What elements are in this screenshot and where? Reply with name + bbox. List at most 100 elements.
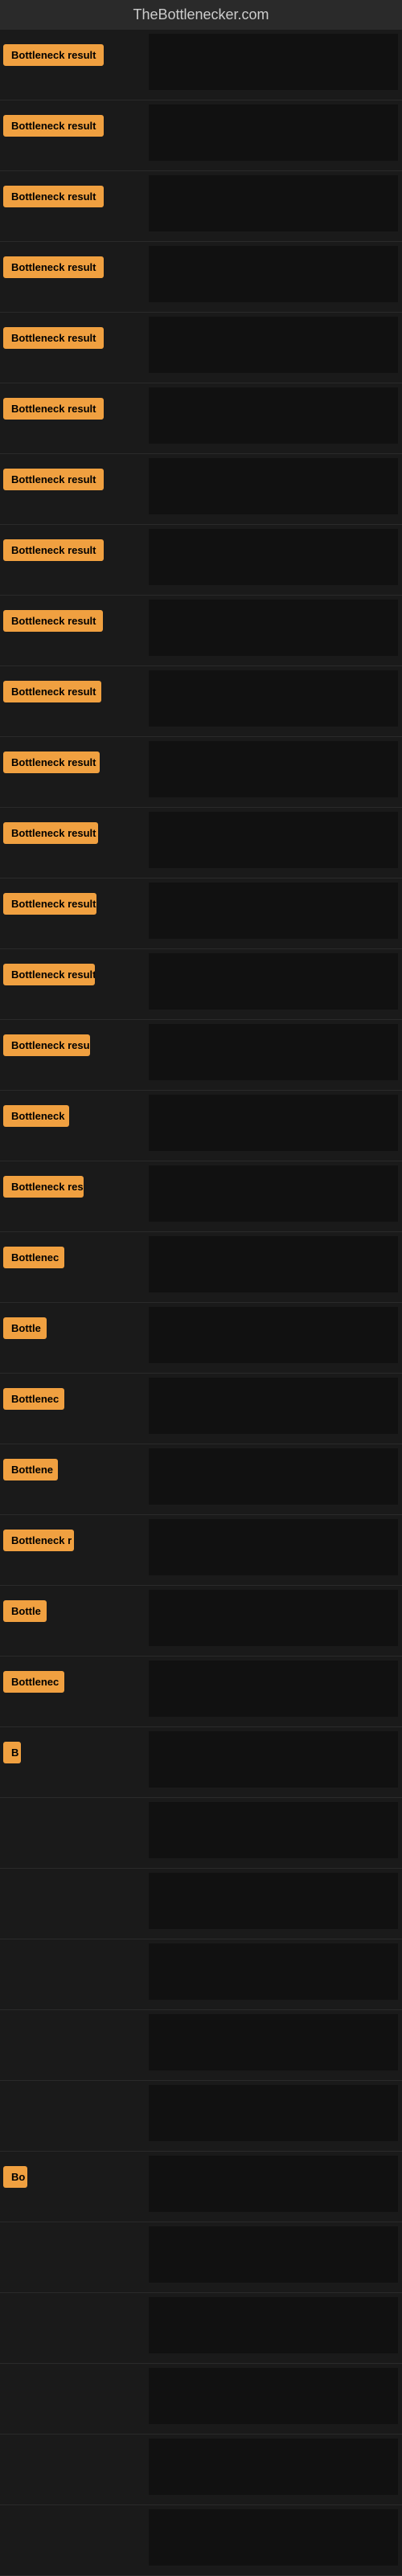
bottleneck-result-badge[interactable]: Bottle <box>3 1317 47 1339</box>
list-item: Bottle <box>0 1586 402 1657</box>
bottleneck-result-badge[interactable]: Bottleneck result <box>3 469 104 490</box>
list-item: Bottlenec <box>0 1657 402 1727</box>
chart-area <box>149 883 398 939</box>
chart-area <box>149 670 398 727</box>
list-item <box>0 1869 402 1939</box>
list-item: Bottlenec <box>0 1374 402 1444</box>
list-item <box>0 2222 402 2293</box>
list-item: Bottleneck result <box>0 171 402 242</box>
chart-area <box>149 458 398 514</box>
list-item: Bottleneck r <box>0 1515 402 1586</box>
list-item <box>0 2293 402 2364</box>
chart-area <box>149 1236 398 1292</box>
chart-area <box>149 1448 398 1505</box>
chart-area <box>149 104 398 161</box>
bottleneck-result-badge[interactable]: Bottleneck result <box>3 893 96 915</box>
list-item: Bottleneck result <box>0 666 402 737</box>
bottleneck-result-badge[interactable]: Bottleneck result <box>3 44 104 66</box>
list-item: Bottleneck result <box>0 383 402 454</box>
list-item <box>0 2364 402 2435</box>
chart-area <box>149 2509 398 2566</box>
bottleneck-result-badge[interactable]: Bottleneck result <box>3 327 104 349</box>
list-item <box>0 2435 402 2505</box>
chart-area <box>149 1943 398 2000</box>
bottleneck-result-badge[interactable]: Bottleneck result <box>3 115 104 137</box>
list-item: Bottleneck result <box>0 454 402 525</box>
chart-area <box>149 175 398 231</box>
list-item: Bottleneck result <box>0 30 402 100</box>
chart-area <box>149 1024 398 1080</box>
list-item: Bottleneck resu <box>0 1020 402 1091</box>
list-item: Bottlene <box>0 1444 402 1515</box>
list-item: Bottleneck result <box>0 525 402 596</box>
bottleneck-result-badge[interactable]: Bottleneck result <box>3 539 104 561</box>
list-item <box>0 1939 402 2010</box>
bottleneck-result-badge[interactable]: Bottleneck result <box>3 610 103 632</box>
list-item: Bottle <box>0 1303 402 1374</box>
bottleneck-result-badge[interactable]: Bottleneck result <box>3 398 104 420</box>
site-header: TheBottlenecker.com <box>0 0 402 30</box>
chart-area <box>149 246 398 302</box>
chart-area <box>149 2439 398 2495</box>
bottleneck-result-badge[interactable]: Bottlenec <box>3 1671 64 1693</box>
bottleneck-result-badge[interactable]: Bottle <box>3 1600 47 1622</box>
list-item: Bottleneck <box>0 1091 402 1161</box>
chart-area <box>149 2226 398 2283</box>
list-item <box>0 2081 402 2152</box>
chart-area <box>149 1731 398 1788</box>
chart-area <box>149 529 398 585</box>
chart-area <box>149 1802 398 1858</box>
bottleneck-result-badge[interactable]: Bottleneck result <box>3 822 98 844</box>
bottleneck-result-badge[interactable]: Bo <box>3 2166 27 2188</box>
chart-area <box>149 1661 398 1717</box>
chart-area <box>149 2014 398 2070</box>
bottleneck-result-badge[interactable]: Bottleneck res <box>3 1176 84 1198</box>
chart-area <box>149 1590 398 1646</box>
chart-area <box>149 2297 398 2353</box>
bottleneck-result-badge[interactable]: Bottleneck result <box>3 186 104 207</box>
bottleneck-result-badge[interactable]: B <box>3 1742 21 1763</box>
list-item: Bottleneck res <box>0 1161 402 1232</box>
bottleneck-result-badge[interactable]: Bottleneck <box>3 1105 69 1127</box>
chart-area <box>149 2085 398 2141</box>
list-item: Bottleneck result <box>0 878 402 949</box>
chart-area <box>149 2368 398 2424</box>
chart-area <box>149 1095 398 1151</box>
bottleneck-result-badge[interactable]: Bottleneck resu <box>3 1034 90 1056</box>
chart-area <box>149 387 398 444</box>
bottleneck-result-badge[interactable]: Bottleneck r <box>3 1530 74 1551</box>
list-item: Bottleneck result <box>0 596 402 666</box>
list-item: Bottleneck result <box>0 808 402 878</box>
list-item <box>0 2010 402 2081</box>
bottleneck-result-badge[interactable]: Bottlene <box>3 1459 58 1480</box>
list-item: Bottleneck result <box>0 242 402 313</box>
list-item: Bottleneck result <box>0 737 402 808</box>
list-item: Bottleneck result <box>0 949 402 1020</box>
chart-area <box>149 741 398 797</box>
chart-area <box>149 1519 398 1575</box>
chart-area <box>149 34 398 90</box>
list-item: Bottleneck result <box>0 313 402 383</box>
chart-area <box>149 2156 398 2212</box>
chart-area <box>149 953 398 1010</box>
chart-area <box>149 317 398 373</box>
chart-area <box>149 1873 398 1929</box>
list-item: Bottleneck result <box>0 100 402 171</box>
bottleneck-result-badge[interactable]: Bottleneck result <box>3 256 104 278</box>
chart-area <box>149 812 398 868</box>
chart-area <box>149 1378 398 1434</box>
list-item <box>0 1798 402 1869</box>
list-item <box>0 2505 402 2576</box>
bottleneck-result-badge[interactable]: Bottleneck result <box>3 752 100 773</box>
chart-area <box>149 1307 398 1363</box>
bottleneck-result-badge[interactable]: Bottlenec <box>3 1388 64 1410</box>
site-title: TheBottlenecker.com <box>133 6 269 23</box>
list-item: Bo <box>0 2152 402 2222</box>
chart-area <box>149 1165 398 1222</box>
bottleneck-result-badge[interactable]: Bottleneck result <box>3 681 101 702</box>
bottleneck-result-badge[interactable]: Bottlenec <box>3 1247 64 1268</box>
bottleneck-result-badge[interactable]: Bottleneck result <box>3 964 95 985</box>
chart-area <box>149 600 398 656</box>
list-item: B <box>0 1727 402 1798</box>
list-item: Bottlenec <box>0 1232 402 1303</box>
